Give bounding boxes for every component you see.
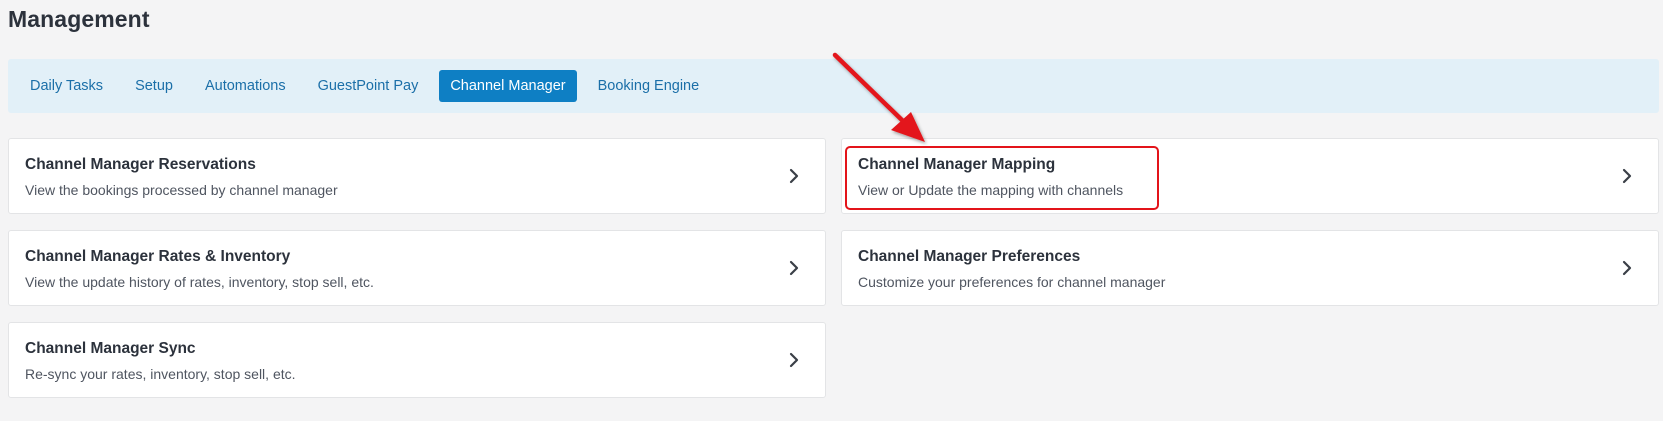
chevron-right-icon xyxy=(789,168,799,184)
card-title: Channel Manager Preferences xyxy=(858,248,1081,265)
page-title: Management xyxy=(8,6,150,32)
card-channel-manager-mapping[interactable]: Channel Manager Mapping View or Update t… xyxy=(841,138,1659,214)
chevron-right-icon xyxy=(789,260,799,276)
tab-daily-tasks[interactable]: Daily Tasks xyxy=(19,70,114,102)
tab-automations[interactable]: Automations xyxy=(194,70,297,102)
card-description: View the update history of rates, invent… xyxy=(25,274,374,290)
chevron-right-icon xyxy=(789,352,799,368)
tab-booking-engine[interactable]: Booking Engine xyxy=(587,70,711,102)
tab-bar: Daily Tasks Setup Automations GuestPoint… xyxy=(8,59,1659,113)
tab-guestpoint-pay[interactable]: GuestPoint Pay xyxy=(307,70,430,102)
card-channel-manager-sync[interactable]: Channel Manager Sync Re-sync your rates,… xyxy=(8,322,826,398)
card-title: Channel Manager Reservations xyxy=(25,156,256,173)
card-description: Re-sync your rates, inventory, stop sell… xyxy=(25,366,296,382)
card-description: View the bookings processed by channel m… xyxy=(25,182,338,198)
tab-setup[interactable]: Setup xyxy=(124,70,184,102)
card-title: Channel Manager Mapping xyxy=(858,156,1056,173)
card-channel-manager-rates-inventory[interactable]: Channel Manager Rates & Inventory View t… xyxy=(8,230,826,306)
card-channel-manager-reservations[interactable]: Channel Manager Reservations View the bo… xyxy=(8,138,826,214)
chevron-right-icon xyxy=(1622,260,1632,276)
chevron-right-icon xyxy=(1622,168,1632,184)
card-title: Channel Manager Sync xyxy=(25,340,196,357)
tab-channel-manager[interactable]: Channel Manager xyxy=(439,70,577,102)
card-description: View or Update the mapping with channels xyxy=(858,182,1124,198)
card-channel-manager-preferences[interactable]: Channel Manager Preferences Customize yo… xyxy=(841,230,1659,306)
management-page: Management Daily Tasks Setup Automations… xyxy=(0,0,1663,421)
card-title: Channel Manager Rates & Inventory xyxy=(25,248,291,265)
card-description: Customize your preferences for channel m… xyxy=(858,274,1166,290)
